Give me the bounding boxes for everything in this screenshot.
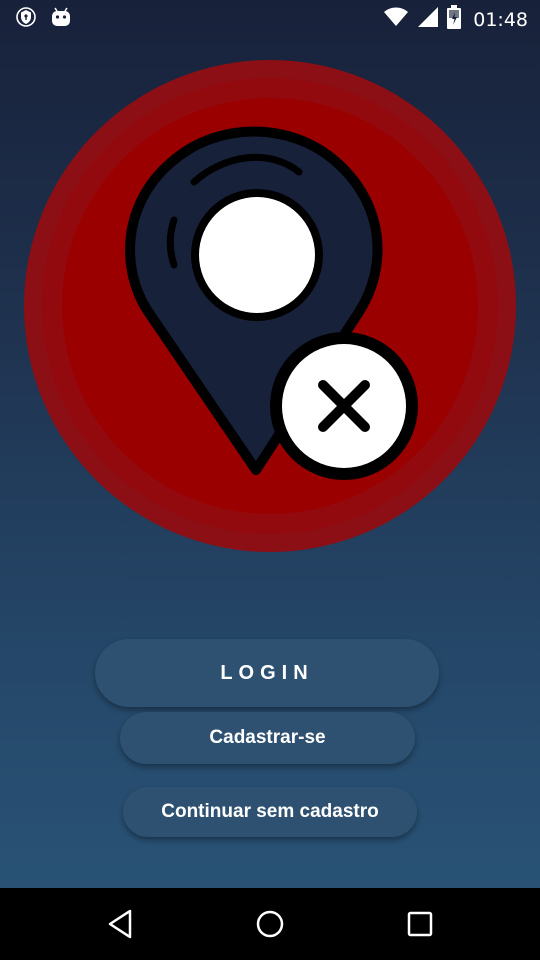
app-logo [24,60,516,552]
status-bar: 01:48 [0,0,540,36]
continue-without-register-button[interactable]: Continuar sem cadastro [123,787,417,837]
android-icon [50,6,72,33]
map-pin-cancel-icon [24,60,516,552]
app-screen: 01:48 LOGIN Cadastrar-se Continuar sem c… [0,0,540,960]
register-button[interactable]: Cadastrar-se [120,712,415,764]
battery-icon [447,5,462,34]
back-button[interactable] [100,904,140,944]
back-icon [108,909,132,939]
navigation-bar [0,888,540,960]
home-button[interactable] [250,904,290,944]
shield-icon [16,6,36,33]
home-icon [256,910,284,938]
recents-icon [407,911,433,937]
signal-icon [417,6,439,33]
wifi-icon [383,6,409,33]
login-button[interactable]: LOGIN [95,639,439,707]
status-time: 01:48 [473,8,528,31]
recents-button[interactable] [400,904,440,944]
